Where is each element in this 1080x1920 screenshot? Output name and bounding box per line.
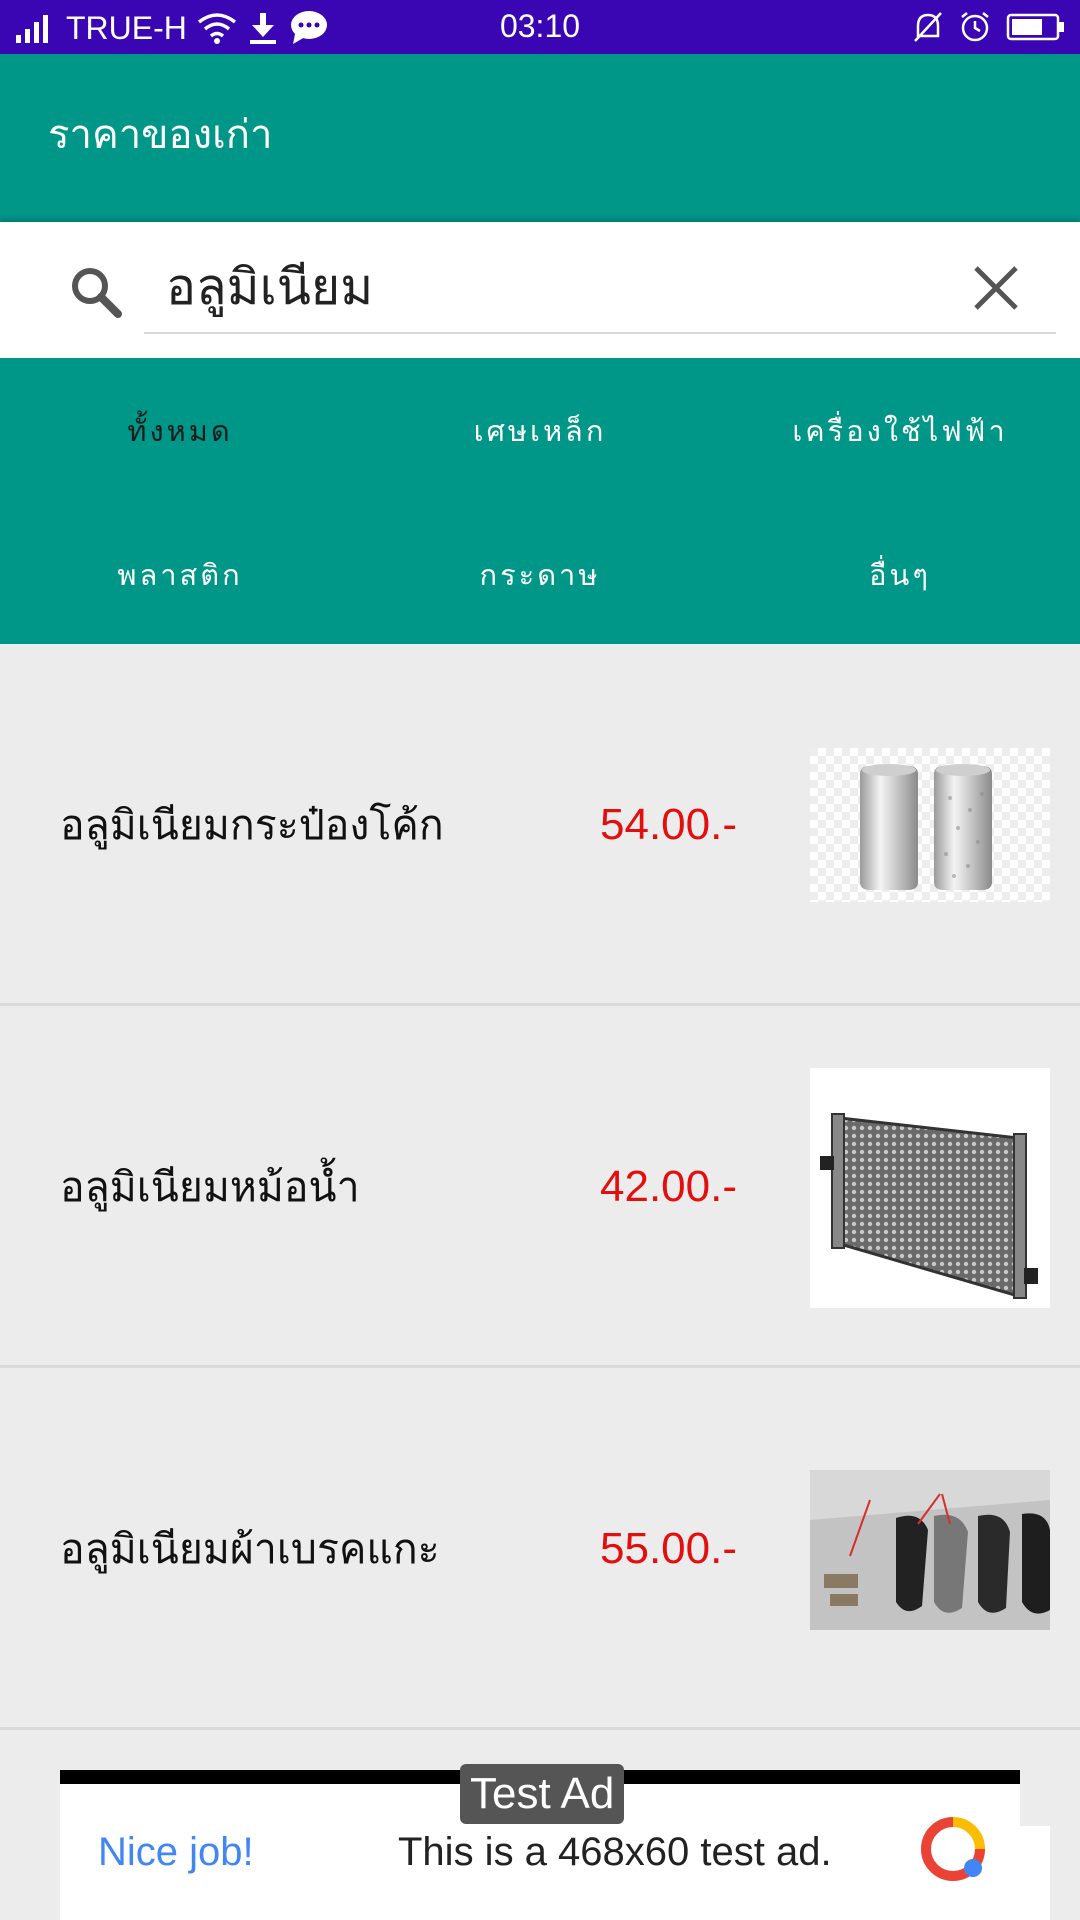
- item-name: อลูมิเนียมหม้อน้ำ: [60, 1163, 360, 1211]
- app-bar: ราคาของเก่า: [0, 54, 1080, 222]
- search-icon[interactable]: [66, 262, 126, 322]
- ad-label: Test Ad: [460, 1764, 625, 1824]
- status-right: [912, 10, 1066, 44]
- item-price: 42.00.-: [600, 1162, 737, 1211]
- battery-icon: [1006, 13, 1064, 41]
- ad-body-text: This is a 468x60 test ad.: [398, 1830, 832, 1874]
- close-icon[interactable]: [966, 258, 1026, 318]
- category-paper[interactable]: กระดาษ: [360, 552, 720, 598]
- item-name: อลูมิเนียมกระป๋องโค้ก: [60, 801, 444, 849]
- item-image-radiator: [810, 1068, 1050, 1308]
- category-panel: ทั้งหมด เศษเหล็ก เครื่องใช้ไฟฟ้า พลาสติก…: [0, 358, 1080, 644]
- item-image-aluminum-cans: [810, 748, 1050, 902]
- app-title: ราคาของเก่า: [48, 112, 273, 158]
- search-input[interactable]: [144, 242, 1056, 334]
- ad-nice-text: Nice job!: [98, 1830, 254, 1874]
- list-item[interactable]: อลูมิเนียมกระป๋องโค้ก 54.00.-: [0, 644, 1080, 1006]
- search-bar: [0, 222, 1080, 358]
- item-price: 55.00.-: [600, 1524, 737, 1573]
- category-electrical[interactable]: เครื่องใช้ไฟฟ้า: [720, 408, 1080, 454]
- status-bar: TRUE-H 03:10: [0, 0, 1080, 54]
- list-item[interactable]: อลูมิเนียมหม้อน้ำ 42.00.-: [0, 1006, 1080, 1368]
- ad-logo-icon: [921, 1817, 985, 1881]
- next-item-peek: [1020, 1826, 1050, 1920]
- mute-icon: [914, 12, 942, 42]
- item-price: 54.00.-: [600, 800, 737, 849]
- list-item[interactable]: อลูมิเนียมผ้าเบรคแกะ 55.00.-: [0, 1368, 1080, 1730]
- item-image-brake-pads: [810, 1470, 1050, 1630]
- category-other[interactable]: อื่นๆ: [720, 552, 1080, 598]
- category-all[interactable]: ทั้งหมด: [0, 408, 360, 454]
- alarm-icon: [961, 12, 989, 42]
- category-plastic[interactable]: พลาสติก: [0, 552, 360, 598]
- category-scrap-iron[interactable]: เศษเหล็ก: [360, 408, 720, 454]
- item-name: อลูมิเนียมผ้าเบรคแกะ: [60, 1525, 440, 1573]
- ad-banner[interactable]: Nice job! This is a 468x60 test ad. Test…: [60, 1764, 1020, 1920]
